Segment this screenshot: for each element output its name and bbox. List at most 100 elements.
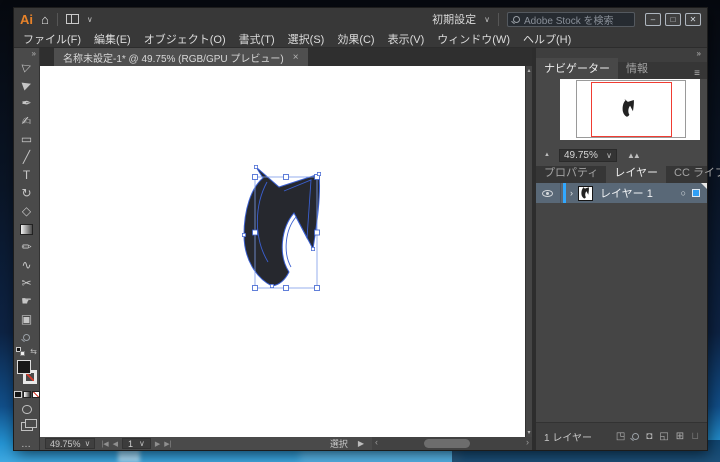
menu-bar: ファイル(F) 編集(E) オブジェクト(O) 書式(T) 選択(S) 効果(C… <box>14 30 707 48</box>
illustrator-logo: Ai <box>20 12 33 27</box>
document-tab[interactable]: 名称未設定-1* @ 49.75% (RGB/GPU プレビュー) × <box>54 48 308 66</box>
navigator-arrow-thumbnail <box>622 98 637 119</box>
tab-properties[interactable]: プロパティ <box>536 162 606 183</box>
layer-selection-bar <box>563 183 566 203</box>
default-fill-stroke-icon[interactable] <box>16 347 25 356</box>
maximize-button[interactable]: □ <box>665 13 681 26</box>
chevron-down-icon: ∨ <box>606 151 612 160</box>
gradient-tool[interactable] <box>14 220 40 238</box>
vertical-scrollbar[interactable]: ▴ ▾ <box>525 66 532 437</box>
search-icon <box>513 16 520 23</box>
rectangle-tool[interactable]: ▭ <box>14 130 40 148</box>
drawing-mode-icon[interactable] <box>22 405 32 415</box>
menu-edit[interactable]: 編集(E) <box>94 31 131 47</box>
selection-indicator[interactable] <box>692 189 700 197</box>
locate-object-icon[interactable] <box>632 433 639 440</box>
hand-tool[interactable]: ☛ <box>14 292 40 310</box>
chevron-down-icon: ∨ <box>139 439 145 448</box>
zoom-level-dropdown[interactable]: 49.75% ∨ <box>45 438 95 449</box>
document-tab-title: 名称未設定-1* @ 49.75% (RGB/GPU プレビュー) <box>63 50 284 65</box>
collect-for-export-icon[interactable]: ◳ <box>616 431 625 442</box>
tab-navigator[interactable]: ナビゲーター <box>536 58 618 79</box>
menu-help[interactable]: ヘルプ(H) <box>523 31 571 47</box>
fill-swatch-black[interactable] <box>17 360 31 374</box>
next-artboard-icon[interactable]: ▶ <box>155 440 160 448</box>
navigator-preview[interactable] <box>560 79 700 140</box>
menu-view[interactable]: 表示(V) <box>388 31 425 47</box>
chevron-down-icon[interactable]: ∨ <box>87 15 93 24</box>
chevron-down-icon[interactable]: ∨ <box>484 15 490 24</box>
menu-select[interactable]: 選択(S) <box>288 31 325 47</box>
horizontal-scrollbar[interactable]: ‹ › <box>372 437 532 450</box>
menu-window[interactable]: ウィンドウ(W) <box>437 31 510 47</box>
previous-artboard-icon[interactable]: ◀ <box>113 440 118 448</box>
zoom-tool[interactable] <box>14 328 40 346</box>
close-tab-icon[interactable]: × <box>293 52 299 63</box>
workspace-switcher[interactable]: 初期設定 <box>432 11 476 27</box>
menu-type[interactable]: 書式(T) <box>239 31 275 47</box>
scissors-tool[interactable]: ✂ <box>14 274 40 292</box>
divider <box>498 13 499 26</box>
horizontal-scrollbar-thumb[interactable] <box>424 439 470 448</box>
make-clipping-mask-icon[interactable]: ◘ <box>646 431 652 442</box>
artboard-number-dropdown[interactable]: 1 ∨ <box>122 438 151 449</box>
layer-row[interactable]: › レイヤー 1 ○ <box>536 183 707 203</box>
new-layer-icon[interactable]: ⊞ <box>676 431 684 442</box>
document-tab-bar: 名称未設定-1* @ 49.75% (RGB/GPU プレビュー) × <box>40 48 532 66</box>
gradient-tool-icon <box>20 224 33 235</box>
desktop: Ai ⌂ ∨ 初期設定 ∨ Adobe Stock を検索 – □ ✕ <box>0 0 720 462</box>
arrange-documents-icon[interactable] <box>66 14 79 24</box>
tab-cc-libraries[interactable]: CC ライブラリ <box>666 162 720 183</box>
eraser-tool[interactable]: ◇ <box>14 202 40 220</box>
rotate-tool[interactable]: ↻ <box>14 184 40 202</box>
last-artboard-icon[interactable]: ▶| <box>164 440 171 448</box>
close-button[interactable]: ✕ <box>685 13 701 26</box>
color-button[interactable] <box>14 391 22 398</box>
scroll-left-icon[interactable]: ‹ <box>375 437 378 447</box>
status-tool-label: 選択 <box>330 437 348 450</box>
artboard-tool[interactable]: ▣ <box>14 310 40 328</box>
artboard-number: 1 <box>128 439 133 449</box>
first-artboard-icon[interactable]: |◀ <box>101 440 108 448</box>
pencil-tool[interactable]: ✏ <box>14 238 40 256</box>
type-tool[interactable]: T <box>14 166 40 184</box>
swap-fill-stroke-icon[interactable]: ⇆ <box>30 347 37 356</box>
tab-layers[interactable]: レイヤー <box>606 162 666 183</box>
tab-info[interactable]: 情報 <box>618 58 656 79</box>
collapse-panels-icon[interactable]: » <box>697 49 701 58</box>
canvas[interactable] <box>40 66 525 437</box>
zoom-level-value: 49.75% <box>50 439 81 449</box>
scroll-right-icon[interactable]: › <box>526 437 529 447</box>
minimize-button[interactable]: – <box>645 13 661 26</box>
divider <box>57 13 58 26</box>
search-placeholder: Adobe Stock を検索 <box>524 12 613 27</box>
delete-layer-icon[interactable]: ⊔ <box>691 431 699 442</box>
expand-layer-icon[interactable]: › <box>570 188 573 198</box>
layers-panel-footer: 1 レイヤー ◳ ◘ ◱ ⊞ ⊔ <box>536 422 707 450</box>
panel-menu-icon[interactable]: ≡ <box>694 68 707 79</box>
menu-object[interactable]: オブジェクト(O) <box>144 31 226 47</box>
none-button[interactable] <box>32 391 40 398</box>
layer-count-label: 1 レイヤー <box>544 429 592 444</box>
artwork-arrow[interactable] <box>240 161 340 301</box>
target-circle-icon[interactable]: ○ <box>681 188 686 198</box>
zoom-in-icon[interactable]: ▲▲ <box>627 151 639 160</box>
screen-mode-icon[interactable] <box>21 422 33 431</box>
menu-file[interactable]: ファイル(F) <box>23 31 81 47</box>
navigator-zoom-dropdown[interactable]: 49.75% ∨ <box>559 149 617 162</box>
layer-name[interactable]: レイヤー 1 <box>600 185 653 201</box>
shaper-tool[interactable]: ∿ <box>14 256 40 274</box>
navigator-panel: ▲ 49.75% ∨ ▲▲ <box>536 79 707 170</box>
visibility-eye-icon[interactable] <box>542 190 553 197</box>
layer-thumbnail[interactable] <box>578 186 593 201</box>
line-segment-tool[interactable]: ╱ <box>14 148 40 166</box>
new-sublayer-icon[interactable]: ◱ <box>659 431 668 442</box>
status-expand-icon[interactable]: ▶ <box>358 439 364 448</box>
home-icon[interactable]: ⌂ <box>41 13 49 26</box>
zoom-out-icon[interactable]: ▲ <box>544 152 550 158</box>
edit-toolbar-icon[interactable]: … <box>21 439 32 450</box>
gradient-button[interactable] <box>23 391 31 398</box>
menu-effect[interactable]: 効果(C) <box>337 31 374 47</box>
adobe-stock-search-input[interactable]: Adobe Stock を検索 <box>507 12 635 27</box>
paintbrush-tool[interactable]: ✍ <box>14 112 40 130</box>
